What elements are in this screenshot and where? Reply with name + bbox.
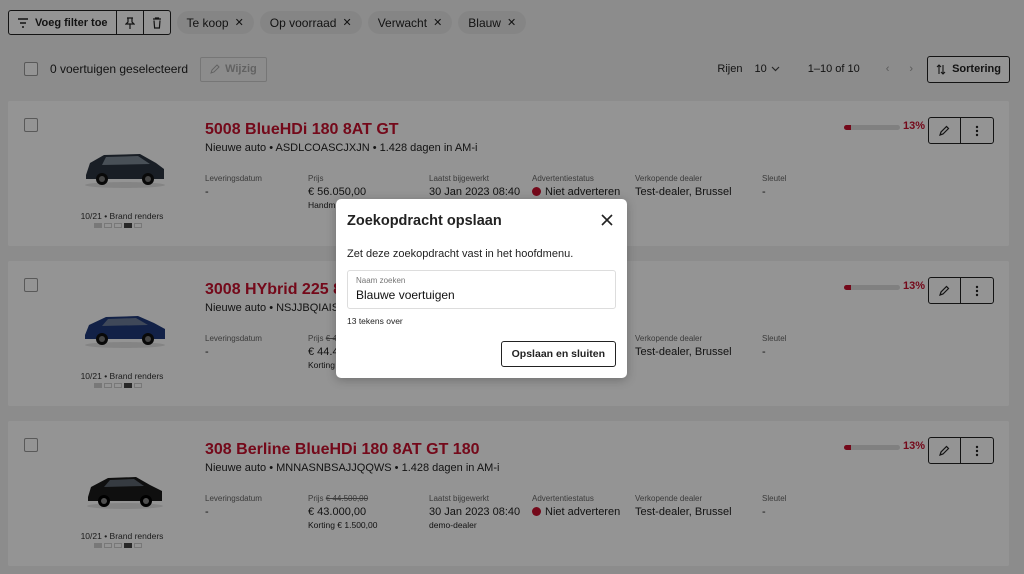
input-value[interactable]: Blauwe voertuigen [356,288,607,302]
save-and-close-button[interactable]: Opslaan en sluiten [500,341,616,367]
save-search-dialog: Zoekopdracht opslaan Zet deze zoekopdrac… [336,199,627,378]
search-name-input[interactable]: Naam zoeken Blauwe voertuigen [347,270,616,309]
close-icon[interactable] [599,212,615,228]
dialog-title: Zoekopdracht opslaan [347,213,502,229]
input-label: Naam zoeken [356,276,406,285]
dialog-description: Zet deze zoekopdracht vast in het hoofdm… [347,248,574,260]
char-counter: 13 tekens over [347,316,403,326]
